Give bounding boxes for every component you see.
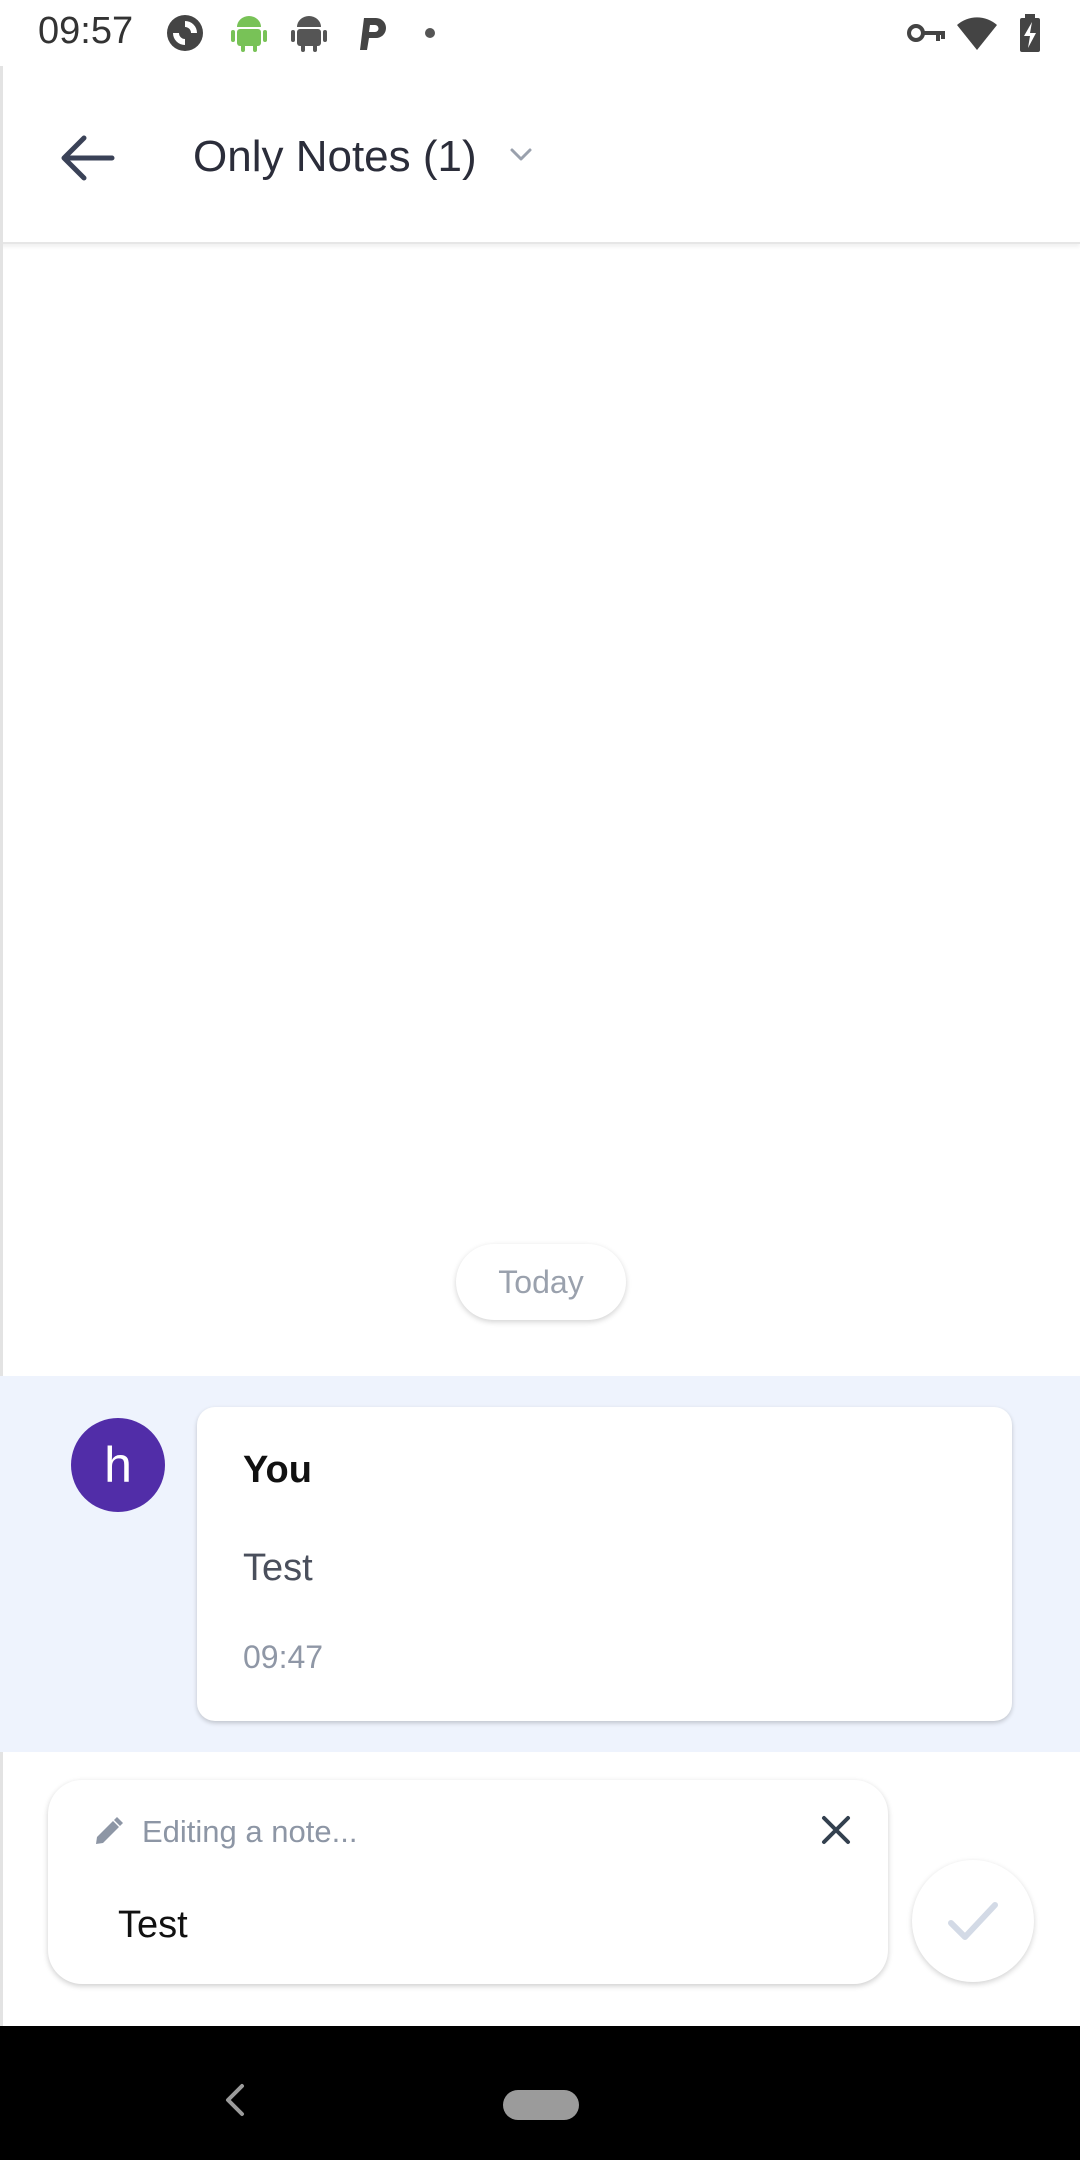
page-title[interactable]: Only Notes (1): [193, 132, 477, 182]
sync-icon: [164, 12, 206, 54]
note-composer: Editing a note... Test: [48, 1780, 888, 1984]
nav-back-icon: [226, 2084, 244, 2116]
date-separator: Today: [456, 1244, 626, 1320]
close-edit-button[interactable]: [816, 1810, 856, 1850]
status-bar: 09:57: [0, 0, 1080, 66]
android-icon: [228, 12, 270, 54]
note-input[interactable]: Test: [118, 1904, 188, 1947]
status-time: 09:57: [38, 10, 134, 52]
wifi-icon: [956, 12, 998, 54]
avatar[interactable]: h: [71, 1418, 165, 1512]
p-icon: [350, 12, 392, 54]
back-button[interactable]: [52, 126, 132, 190]
chevron-down-icon[interactable]: [505, 139, 537, 171]
arrow-back-icon: [52, 135, 132, 194]
dot-icon: [416, 12, 458, 54]
check-icon: [948, 1902, 998, 1940]
note-author: You: [243, 1449, 312, 1491]
note-card[interactable]: You Test 09:47: [197, 1407, 1012, 1721]
app-toolbar: Only Notes (1): [0, 66, 1080, 244]
nav-home-button[interactable]: [503, 2090, 579, 2120]
battery-charging-icon: [1010, 12, 1052, 54]
nav-back-button[interactable]: [222, 2082, 248, 2118]
note-text: Test: [243, 1547, 313, 1589]
android-icon: [288, 12, 330, 54]
vpn-key-icon: [906, 12, 948, 54]
note-time: 09:47: [243, 1639, 324, 1675]
pencil-icon: [92, 1816, 124, 1848]
system-nav-bar: [0, 2026, 1080, 2160]
editing-status: Editing a note...: [142, 1814, 358, 1849]
close-icon: [822, 1816, 850, 1844]
confirm-edit-button[interactable]: [912, 1860, 1034, 1982]
